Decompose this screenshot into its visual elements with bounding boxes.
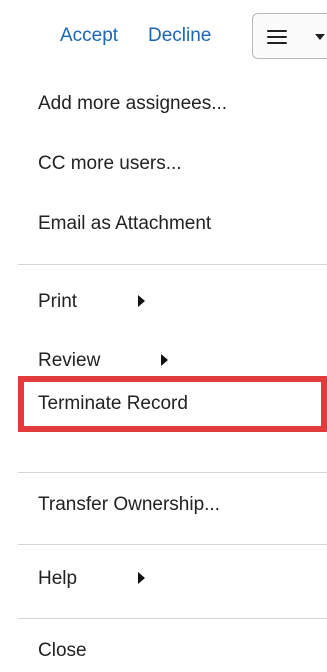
submenu-arrow-icon — [138, 572, 145, 584]
menu-item-label: Email as Attachment — [38, 213, 212, 234]
menu-item-label: Transfer Ownership... — [38, 494, 220, 515]
menu-separator — [18, 618, 327, 619]
menu-item-label: Terminate Record — [38, 393, 188, 414]
menu-separator — [18, 264, 327, 265]
actions-menu-button[interactable] — [252, 13, 327, 59]
hamburger-bar — [267, 30, 287, 32]
menu-item-label: Close — [38, 640, 87, 661]
menu-item-label: Add more assignees... — [38, 93, 228, 114]
menu-item-email-as-attachment[interactable]: Email as Attachment — [18, 199, 327, 249]
menu-item-cc-more-users[interactable]: CC more users... — [18, 139, 327, 189]
chevron-down-icon — [315, 34, 325, 40]
menu-item-label: CC more users... — [38, 153, 182, 174]
menu-item-label: Print — [38, 291, 78, 312]
menu-separator — [18, 472, 327, 473]
menu-item-close[interactable]: Close — [18, 626, 327, 672]
menu-item-label: Review — [38, 350, 101, 371]
menu-item-print[interactable]: Print — [18, 277, 327, 327]
menu-item-terminate-record[interactable]: Terminate Record — [18, 379, 327, 429]
actions-dropdown-menu: Add more assignees... CC more users... E… — [18, 65, 327, 672]
hamburger-icon — [267, 29, 287, 45]
decline-link[interactable]: Decline — [148, 24, 211, 48]
hamburger-bar — [267, 42, 287, 44]
record-toolbar: Accept Decline — [0, 0, 327, 66]
submenu-arrow-icon — [138, 295, 145, 307]
hamburger-bar — [267, 36, 287, 38]
submenu-arrow-icon — [161, 354, 168, 366]
accept-link[interactable]: Accept — [60, 24, 118, 48]
menu-separator — [18, 544, 327, 545]
menu-item-label: Help — [38, 568, 78, 589]
menu-item-add-more-assignees[interactable]: Add more assignees... — [18, 79, 327, 129]
menu-item-transfer-ownership[interactable]: Transfer Ownership... — [18, 480, 327, 530]
menu-item-help[interactable]: Help — [18, 554, 327, 604]
screenshot-page: Accept Decline Add more assignees... CC … — [0, 0, 327, 672]
